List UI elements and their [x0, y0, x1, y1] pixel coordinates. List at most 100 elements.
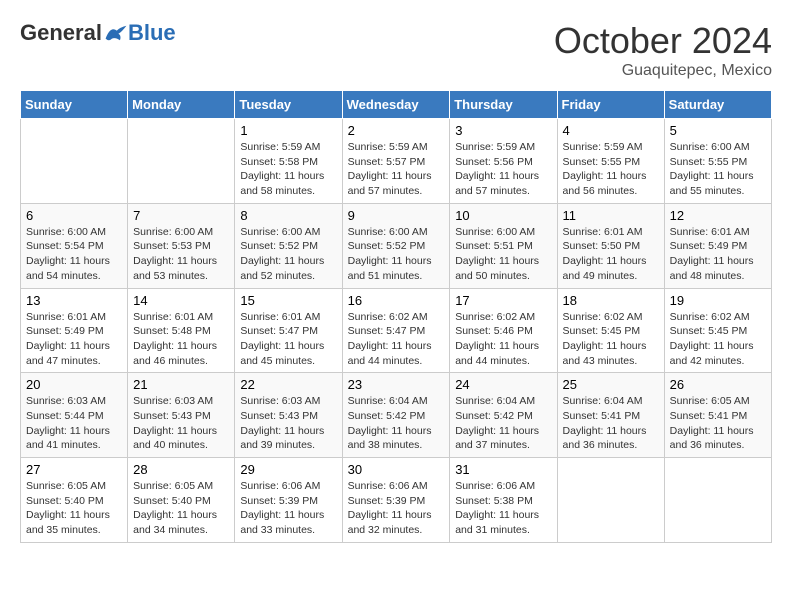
day-number: 25	[563, 377, 659, 392]
calendar-week-row: 27 Sunrise: 6:05 AM Sunset: 5:40 PM Dayli…	[21, 458, 772, 543]
day-info: Sunrise: 6:04 AM Sunset: 5:42 PM Dayligh…	[348, 394, 445, 453]
calendar-cell: 31 Sunrise: 6:06 AM Sunset: 5:38 PM Dayli…	[450, 458, 557, 543]
day-info: Sunrise: 6:01 AM Sunset: 5:47 PM Dayligh…	[240, 310, 336, 369]
day-info: Sunrise: 6:04 AM Sunset: 5:42 PM Dayligh…	[455, 394, 551, 453]
day-info: Sunrise: 6:00 AM Sunset: 5:51 PM Dayligh…	[455, 225, 551, 284]
day-info: Sunrise: 6:02 AM Sunset: 5:45 PM Dayligh…	[670, 310, 766, 369]
day-info: Sunrise: 6:03 AM Sunset: 5:43 PM Dayligh…	[133, 394, 229, 453]
day-number: 9	[348, 208, 445, 223]
calendar-cell: 10 Sunrise: 6:00 AM Sunset: 5:51 PM Dayli…	[450, 203, 557, 288]
day-info: Sunrise: 5:59 AM Sunset: 5:57 PM Dayligh…	[348, 140, 445, 199]
day-info: Sunrise: 6:02 AM Sunset: 5:46 PM Dayligh…	[455, 310, 551, 369]
day-number: 27	[26, 462, 122, 477]
day-number: 26	[670, 377, 766, 392]
day-info: Sunrise: 6:01 AM Sunset: 5:50 PM Dayligh…	[563, 225, 659, 284]
calendar-cell: 1Sunrise: 5:59 AM Sunset: 5:58 PM Daylig…	[235, 119, 342, 204]
calendar-cell: 5 Sunrise: 6:00 AM Sunset: 5:55 PM Daylig…	[664, 119, 771, 204]
day-info: Sunrise: 6:01 AM Sunset: 5:48 PM Dayligh…	[133, 310, 229, 369]
page-header: General Blue October 2024 Guaquitepec, M…	[20, 20, 772, 80]
day-number: 23	[348, 377, 445, 392]
day-number: 13	[26, 293, 122, 308]
day-info: Sunrise: 6:03 AM Sunset: 5:43 PM Dayligh…	[240, 394, 336, 453]
weekday-header: Sunday	[21, 91, 128, 119]
day-info: Sunrise: 6:00 AM Sunset: 5:54 PM Dayligh…	[26, 225, 122, 284]
calendar-cell: 8 Sunrise: 6:00 AM Sunset: 5:52 PM Daylig…	[235, 203, 342, 288]
calendar-table: SundayMondayTuesdayWednesdayThursdayFrid…	[20, 90, 772, 543]
day-number: 14	[133, 293, 229, 308]
day-info: Sunrise: 6:00 AM Sunset: 5:52 PM Dayligh…	[240, 225, 336, 284]
calendar-cell: 12Sunrise: 6:01 AM Sunset: 5:49 PM Dayli…	[664, 203, 771, 288]
day-number: 12	[670, 208, 766, 223]
calendar-cell: 6Sunrise: 6:00 AM Sunset: 5:54 PM Daylig…	[21, 203, 128, 288]
weekday-header: Saturday	[664, 91, 771, 119]
day-info: Sunrise: 6:01 AM Sunset: 5:49 PM Dayligh…	[26, 310, 122, 369]
calendar-cell: 20Sunrise: 6:03 AM Sunset: 5:44 PM Dayli…	[21, 373, 128, 458]
day-number: 17	[455, 293, 551, 308]
day-info: Sunrise: 6:06 AM Sunset: 5:38 PM Dayligh…	[455, 479, 551, 538]
day-number: 4	[563, 123, 659, 138]
calendar-cell: 25 Sunrise: 6:04 AM Sunset: 5:41 PM Dayli…	[557, 373, 664, 458]
day-number: 29	[240, 462, 336, 477]
day-number: 19	[670, 293, 766, 308]
day-number: 21	[133, 377, 229, 392]
calendar-cell: 15 Sunrise: 6:01 AM Sunset: 5:47 PM Dayli…	[235, 288, 342, 373]
day-number: 5	[670, 123, 766, 138]
calendar-cell: 26Sunrise: 6:05 AM Sunset: 5:41 PM Dayli…	[664, 373, 771, 458]
calendar-cell	[21, 119, 128, 204]
day-info: Sunrise: 6:00 AM Sunset: 5:53 PM Dayligh…	[133, 225, 229, 284]
weekday-header: Monday	[128, 91, 235, 119]
weekday-header: Thursday	[450, 91, 557, 119]
calendar-week-row: 13 Sunrise: 6:01 AM Sunset: 5:49 PM Dayli…	[21, 288, 772, 373]
calendar-cell: 22 Sunrise: 6:03 AM Sunset: 5:43 PM Dayli…	[235, 373, 342, 458]
day-number: 10	[455, 208, 551, 223]
calendar-cell: 29 Sunrise: 6:06 AM Sunset: 5:39 PM Dayli…	[235, 458, 342, 543]
title-block: October 2024 Guaquitepec, Mexico	[554, 20, 772, 80]
day-info: Sunrise: 6:00 AM Sunset: 5:52 PM Dayligh…	[348, 225, 445, 284]
calendar-cell: 4 Sunrise: 5:59 AM Sunset: 5:55 PM Daylig…	[557, 119, 664, 204]
day-number: 1	[240, 123, 336, 138]
day-number: 28	[133, 462, 229, 477]
day-number: 16	[348, 293, 445, 308]
month-title: October 2024	[554, 20, 772, 62]
calendar-cell: 19 Sunrise: 6:02 AM Sunset: 5:45 PM Dayli…	[664, 288, 771, 373]
day-number: 18	[563, 293, 659, 308]
weekday-header: Friday	[557, 91, 664, 119]
logo-general-text: General	[20, 20, 102, 46]
calendar-cell: 3Sunrise: 5:59 AM Sunset: 5:56 PM Daylig…	[450, 119, 557, 204]
calendar-cell: 13 Sunrise: 6:01 AM Sunset: 5:49 PM Dayli…	[21, 288, 128, 373]
calendar-cell: 11 Sunrise: 6:01 AM Sunset: 5:50 PM Dayli…	[557, 203, 664, 288]
calendar-cell: 28 Sunrise: 6:05 AM Sunset: 5:40 PM Dayli…	[128, 458, 235, 543]
day-info: Sunrise: 6:06 AM Sunset: 5:39 PM Dayligh…	[348, 479, 445, 538]
day-number: 8	[240, 208, 336, 223]
day-number: 7	[133, 208, 229, 223]
day-number: 24	[455, 377, 551, 392]
calendar-cell: 17 Sunrise: 6:02 AM Sunset: 5:46 PM Dayli…	[450, 288, 557, 373]
calendar-week-row: 20Sunrise: 6:03 AM Sunset: 5:44 PM Dayli…	[21, 373, 772, 458]
calendar-cell: 7 Sunrise: 6:00 AM Sunset: 5:53 PM Daylig…	[128, 203, 235, 288]
day-info: Sunrise: 6:06 AM Sunset: 5:39 PM Dayligh…	[240, 479, 336, 538]
calendar-cell: 16Sunrise: 6:02 AM Sunset: 5:47 PM Dayli…	[342, 288, 450, 373]
calendar-cell	[557, 458, 664, 543]
day-number: 22	[240, 377, 336, 392]
day-number: 31	[455, 462, 551, 477]
calendar-cell: 21 Sunrise: 6:03 AM Sunset: 5:43 PM Dayli…	[128, 373, 235, 458]
calendar-week-row: 1Sunrise: 5:59 AM Sunset: 5:58 PM Daylig…	[21, 119, 772, 204]
day-number: 2	[348, 123, 445, 138]
logo: General Blue	[20, 20, 176, 46]
calendar-cell: 2 Sunrise: 5:59 AM Sunset: 5:57 PM Daylig…	[342, 119, 450, 204]
day-info: Sunrise: 6:00 AM Sunset: 5:55 PM Dayligh…	[670, 140, 766, 199]
day-info: Sunrise: 5:59 AM Sunset: 5:55 PM Dayligh…	[563, 140, 659, 199]
day-number: 3	[455, 123, 551, 138]
calendar-cell: 18Sunrise: 6:02 AM Sunset: 5:45 PM Dayli…	[557, 288, 664, 373]
day-info: Sunrise: 6:05 AM Sunset: 5:40 PM Dayligh…	[133, 479, 229, 538]
calendar-cell: 9 Sunrise: 6:00 AM Sunset: 5:52 PM Daylig…	[342, 203, 450, 288]
day-info: Sunrise: 6:04 AM Sunset: 5:41 PM Dayligh…	[563, 394, 659, 453]
day-number: 20	[26, 377, 122, 392]
calendar-cell: 30 Sunrise: 6:06 AM Sunset: 5:39 PM Dayli…	[342, 458, 450, 543]
day-number: 30	[348, 462, 445, 477]
location-text: Guaquitepec, Mexico	[554, 62, 772, 80]
day-number: 11	[563, 208, 659, 223]
calendar-week-row: 6Sunrise: 6:00 AM Sunset: 5:54 PM Daylig…	[21, 203, 772, 288]
day-number: 15	[240, 293, 336, 308]
calendar-cell	[664, 458, 771, 543]
